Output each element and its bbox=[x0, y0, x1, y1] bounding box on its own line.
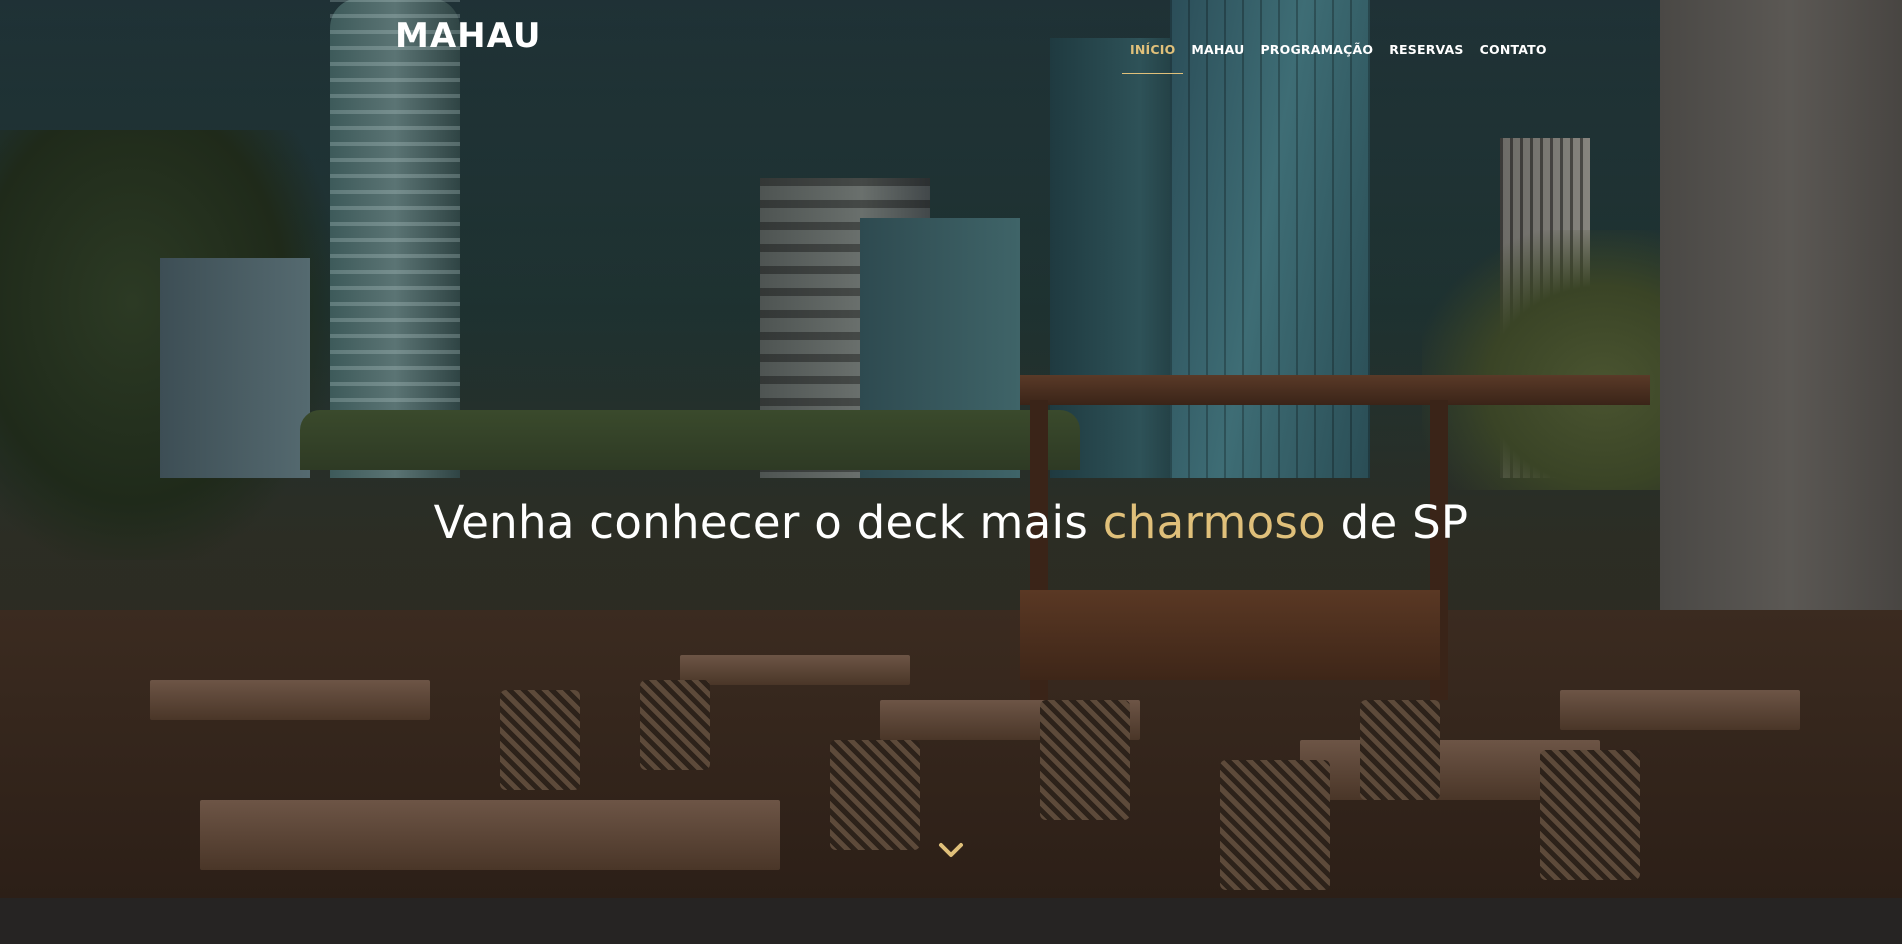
hero-headline: Venha conhecer o deck mais charmoso de S… bbox=[0, 496, 1902, 549]
hero-section: MAHAU INÍCIO MAHAU PROGRAMAÇÃO RESERVAS … bbox=[0, 0, 1902, 898]
table bbox=[150, 680, 430, 720]
site-logo[interactable]: MAHAU bbox=[395, 16, 541, 56]
bar-counter bbox=[1020, 590, 1440, 680]
building bbox=[160, 258, 310, 478]
headline-text-before: Venha conhecer o deck mais bbox=[433, 496, 1089, 550]
table bbox=[680, 655, 910, 685]
chair bbox=[500, 690, 580, 790]
table bbox=[1560, 690, 1800, 730]
chair bbox=[1040, 700, 1130, 820]
chair bbox=[1220, 760, 1330, 890]
main-nav: INÍCIO MAHAU PROGRAMAÇÃO RESERVAS CONTAT… bbox=[1122, 30, 1555, 74]
nav-item-inicio[interactable]: INÍCIO bbox=[1122, 30, 1184, 74]
nav-item-mahau[interactable]: MAHAU bbox=[1183, 30, 1252, 74]
chevron-down-icon[interactable] bbox=[937, 838, 965, 862]
headline-accent-word: charmoso bbox=[1102, 496, 1326, 550]
chair bbox=[1540, 750, 1640, 880]
next-section-strip bbox=[0, 898, 1902, 944]
nav-item-programacao[interactable]: PROGRAMAÇÃO bbox=[1252, 30, 1381, 74]
pergola bbox=[1020, 375, 1650, 405]
building-tower bbox=[330, 0, 460, 478]
chair bbox=[830, 740, 920, 850]
nav-item-reservas[interactable]: RESERVAS bbox=[1381, 30, 1471, 74]
hedge bbox=[300, 410, 1080, 470]
hero-background-image bbox=[0, 0, 1902, 898]
chair bbox=[640, 680, 710, 770]
chair bbox=[1360, 700, 1440, 800]
headline-text-after: de SP bbox=[1340, 496, 1469, 550]
building-stone-wall bbox=[1660, 0, 1902, 678]
table bbox=[200, 800, 780, 870]
nav-item-contato[interactable]: CONTATO bbox=[1472, 30, 1555, 74]
